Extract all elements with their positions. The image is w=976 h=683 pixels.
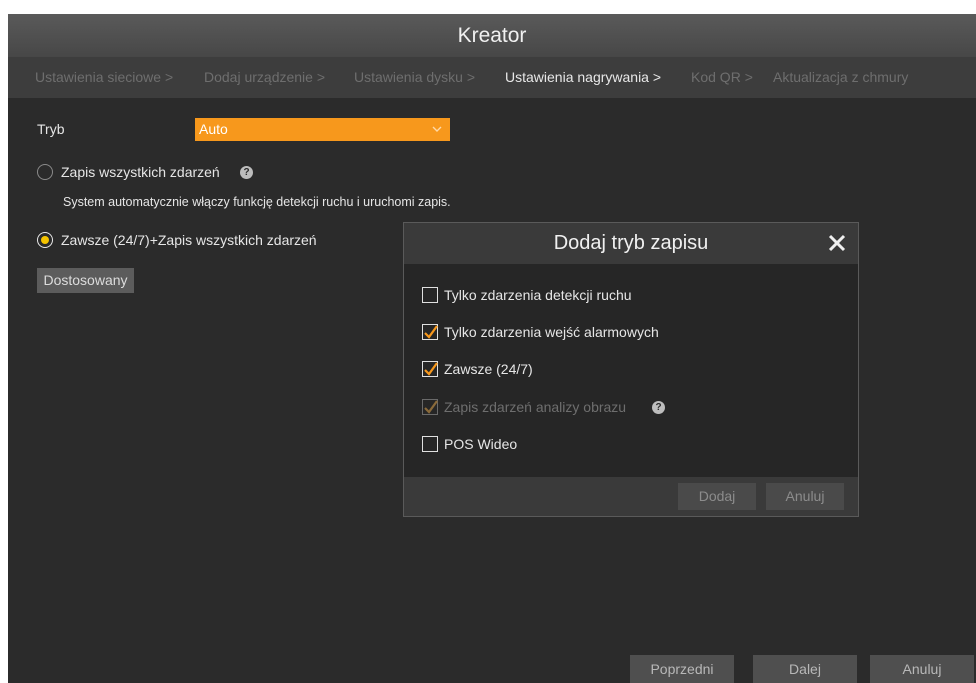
add-button[interactable]: Dodaj: [678, 483, 756, 510]
mode-select-value: Auto: [199, 121, 228, 137]
step-disk-settings[interactable]: Ustawienia dysku >: [354, 57, 475, 98]
dialog-header: Dodaj tryb zapisu: [404, 223, 858, 264]
dialog-title: Dodaj tryb zapisu: [553, 232, 709, 254]
checkbox-image-analysis-events: [422, 399, 438, 415]
mode-label: Tryb: [37, 121, 65, 137]
checkbox-always-label: Zawsze (24/7): [444, 361, 533, 377]
checkmark-icon: [424, 362, 438, 376]
cancel-button[interactable]: Anuluj: [870, 655, 974, 683]
checkbox-alarm-input-events[interactable]: [422, 324, 438, 340]
custom-button[interactable]: Dostosowany: [37, 268, 134, 293]
step-recording-settings[interactable]: Ustawienia nagrywania >: [505, 57, 661, 98]
radio-always-plus-events[interactable]: [37, 232, 53, 248]
next-button[interactable]: Dalej: [753, 655, 857, 683]
add-recording-mode-dialog: Dodaj tryb zapisu Tylko zdarzenia detekc…: [403, 222, 859, 517]
chevron-down-icon: [432, 126, 442, 132]
checkmark-icon: [424, 400, 438, 414]
step-qr-code[interactable]: Kod QR >: [691, 57, 753, 98]
checkbox-motion-events-label: Tylko zdarzenia detekcji ruchu: [444, 287, 632, 303]
radio-all-events[interactable]: [37, 164, 53, 180]
checkbox-pos-video[interactable]: [422, 436, 438, 452]
help-icon[interactable]: ?: [652, 401, 665, 414]
previous-button[interactable]: Poprzedni: [630, 655, 734, 683]
checkbox-pos-video-label: POS Wideo: [444, 436, 518, 452]
checkbox-always[interactable]: [422, 361, 438, 377]
wizard-steps: Ustawienia sieciowe > Dodaj urządzenie >…: [8, 57, 976, 98]
close-icon[interactable]: [826, 232, 848, 254]
step-cloud-update[interactable]: Aktualizacja z chmury: [773, 57, 908, 98]
checkbox-motion-events[interactable]: [422, 287, 438, 303]
step-add-device[interactable]: Dodaj urządzenie >: [204, 57, 325, 98]
radio-always-plus-events-label: Zawsze (24/7)+Zapis wszystkich zdarzeń: [61, 232, 317, 248]
help-icon[interactable]: ?: [240, 166, 253, 179]
wizard-window: Kreator Ustawienia sieciowe > Dodaj urzą…: [8, 14, 976, 683]
step-network-settings[interactable]: Ustawienia sieciowe >: [35, 57, 173, 98]
radio-all-events-label: Zapis wszystkich zdarzeń: [61, 164, 220, 180]
checkmark-icon: [424, 325, 438, 339]
dialog-cancel-button[interactable]: Anuluj: [766, 483, 844, 510]
window-title: Kreator: [457, 24, 527, 47]
dialog-footer: Dodaj Anuluj: [404, 477, 858, 516]
title-bar: Kreator: [8, 14, 976, 57]
checkbox-image-analysis-events-label: Zapis zdarzeń analizy obrazu: [444, 399, 627, 415]
checkbox-alarm-input-events-label: Tylko zdarzenia wejść alarmowych: [444, 324, 659, 340]
mode-select[interactable]: Auto: [195, 118, 450, 141]
all-events-description: System automatycznie włączy funkcję dete…: [63, 195, 451, 209]
